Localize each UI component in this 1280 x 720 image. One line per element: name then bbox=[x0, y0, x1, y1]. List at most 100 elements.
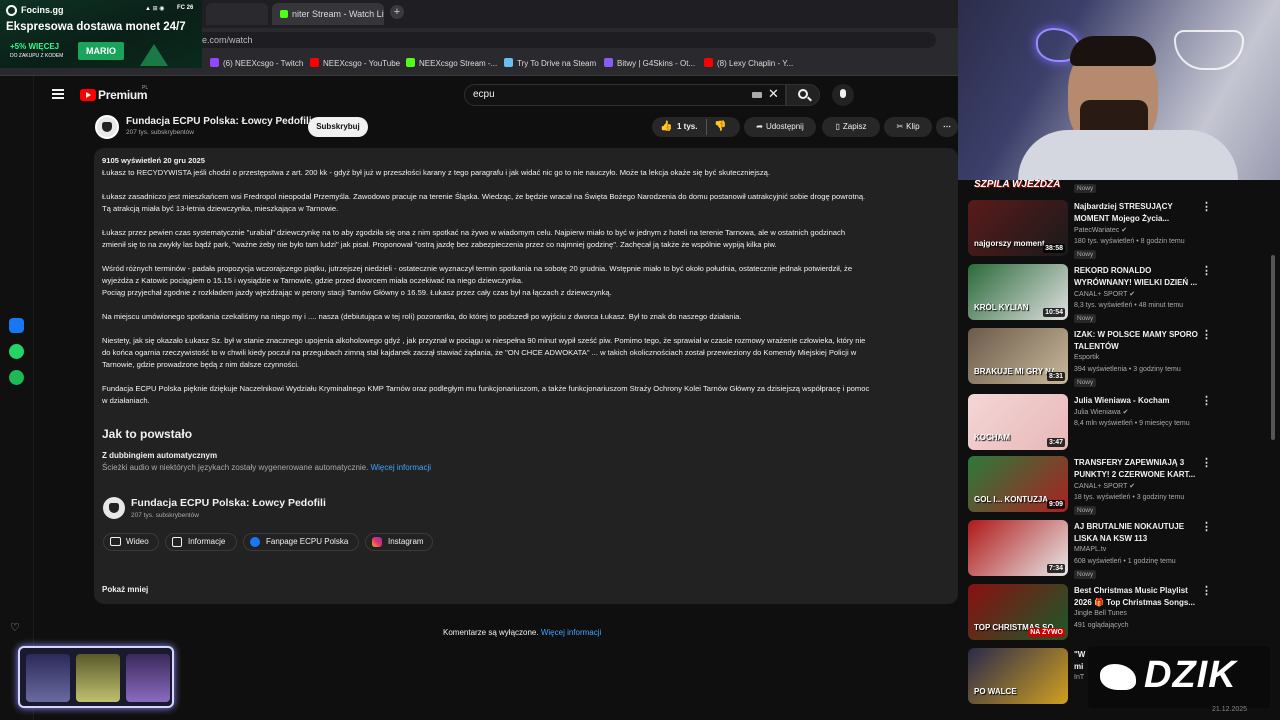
description-line: w działaniach. bbox=[102, 396, 150, 405]
game-label: FC 26 bbox=[177, 5, 194, 11]
video-title[interactable]: Best Christmas Music Playlist bbox=[1074, 585, 1199, 596]
focins-logo-icon bbox=[6, 5, 17, 16]
neon-bull-icon bbox=[1174, 30, 1244, 70]
video-channel[interactable]: Esportik bbox=[1074, 354, 1099, 361]
video-channel[interactable]: MMAPL.tv bbox=[1074, 546, 1106, 553]
video-thumbnail[interactable]: GOL I... KONTUZJA 9:09 bbox=[968, 456, 1068, 512]
video-menu-icon[interactable]: ⋮ bbox=[1201, 328, 1212, 341]
youtube-logo-icon[interactable] bbox=[80, 89, 96, 101]
game-clips-overlay bbox=[18, 646, 174, 708]
video-menu-icon[interactable]: ⋮ bbox=[1201, 264, 1212, 277]
video-thumbnail[interactable]: KRÓL KYLIAN 10:54 bbox=[968, 264, 1068, 320]
video-title[interactable]: MOMENT Mojego Życia... bbox=[1074, 213, 1199, 224]
youtube-logo-text[interactable]: Premium bbox=[98, 88, 148, 102]
bookmark-g4skins[interactable]: Bitwy | G4Skins - Ot... bbox=[604, 57, 695, 71]
channel-about-link[interactable]: Informacje bbox=[165, 533, 237, 551]
like-icon[interactable]: 👍 bbox=[660, 121, 672, 132]
video-channel[interactable]: PatecWariatec ✔ bbox=[1074, 226, 1127, 234]
video-title[interactable]: Julia Wieniawa - Kocham bbox=[1074, 395, 1199, 406]
channel-avatar-small[interactable] bbox=[103, 497, 125, 519]
video-menu-icon[interactable]: ⋮ bbox=[1201, 200, 1212, 213]
video-channel[interactable]: Jingle Bell Tunes bbox=[1074, 610, 1127, 617]
share-button[interactable]: ➦ Udostępnij bbox=[744, 117, 816, 137]
messenger-icon[interactable] bbox=[9, 318, 24, 333]
video-icon bbox=[110, 537, 121, 546]
bookmark-youtube[interactable]: NEEXcsgo - YouTube bbox=[310, 57, 400, 71]
video-thumbnail[interactable]: BRAKUJE MI GRY NA LANIE8:31 bbox=[968, 328, 1068, 384]
bookmark-steam[interactable]: Try To Drive na Steam bbox=[504, 57, 596, 71]
channel-videos-link[interactable]: Wideo bbox=[103, 533, 159, 551]
comments-more-link[interactable]: Więcej informacji bbox=[541, 628, 601, 637]
video-menu-icon[interactable]: ⋮ bbox=[1201, 456, 1212, 469]
dubbing-more-link[interactable]: Więcej informacji bbox=[371, 463, 431, 472]
search-button[interactable] bbox=[786, 84, 820, 106]
menu-hamburger-icon[interactable] bbox=[52, 89, 64, 91]
video-thumbnail[interactable]: PO WALCE bbox=[968, 648, 1068, 704]
keyboard-icon[interactable] bbox=[752, 92, 762, 98]
search-input[interactable]: ecpu bbox=[464, 84, 786, 106]
video-menu-icon[interactable]: ⋮ bbox=[1201, 584, 1212, 597]
description-line: Wśród różnych terminów - padała propozyc… bbox=[102, 264, 853, 273]
description-line: Niestety, jak się okazało Łukasz Sz. był… bbox=[102, 336, 866, 345]
bookmark-twitch[interactable]: (6) NEEXcsgo - Twitch bbox=[210, 57, 303, 71]
video-menu-icon[interactable]: ⋮ bbox=[1201, 394, 1212, 407]
subscribe-button[interactable]: Subskrybuj bbox=[308, 117, 368, 137]
video-title[interactable]: TALENTÓW bbox=[1074, 341, 1199, 352]
like-count[interactable]: 1 tys. bbox=[677, 122, 697, 131]
voice-search-button[interactable] bbox=[832, 84, 854, 106]
video-title[interactable]: WYRÓWNANY! WIELKI DZIEŃ ... bbox=[1074, 277, 1199, 288]
video-channel[interactable]: Julia Wieniawa ✔ bbox=[1074, 408, 1129, 416]
video-duration: NA ŻYWO bbox=[1028, 628, 1065, 637]
video-channel[interactable]: CANAL+ SPORT ✔ bbox=[1074, 290, 1135, 298]
video-channel[interactable]: InT bbox=[1074, 674, 1084, 681]
clip-button[interactable]: ✂ Klip bbox=[884, 117, 932, 137]
verified-icon: ✔ bbox=[1129, 483, 1136, 490]
video-channel[interactable]: CANAL+ SPORT ✔ bbox=[1074, 482, 1135, 490]
more-actions-button[interactable]: ⋯ bbox=[936, 117, 958, 137]
scrollbar-thumb[interactable] bbox=[1271, 255, 1275, 440]
video-thumbnail[interactable]: KOCHAM 3:47 bbox=[968, 394, 1068, 450]
video-thumbnail[interactable]: 7:34 bbox=[968, 520, 1068, 576]
sponsor-site: Focins.gg bbox=[21, 5, 64, 15]
video-menu-icon[interactable]: ⋮ bbox=[1201, 520, 1212, 533]
save-button[interactable]: ▯ Zapisz bbox=[822, 117, 880, 137]
channel-logo-icon bbox=[102, 122, 112, 132]
verified-icon: ✔ bbox=[1129, 291, 1136, 298]
facebook-link[interactable]: Fanpage ECPU Polska bbox=[243, 533, 359, 551]
video-title[interactable]: IZAK: W POLSCE MAMY SPORO bbox=[1074, 329, 1199, 340]
bonus-subtext: DO ZAKUPU Z KODEM bbox=[10, 53, 64, 59]
browser-sidebar: ♡ bbox=[0, 76, 34, 720]
channel-name[interactable]: Fundacja ECPU Polska: Łowcy Pedofili bbox=[126, 116, 312, 127]
bookmark-lexy[interactable]: (8) Lexy Chaplin - Y... bbox=[704, 57, 793, 71]
thumbnail-text: KRÓL KYLIAN bbox=[974, 303, 1029, 312]
address-bar[interactable]: e.com/watch bbox=[196, 32, 936, 48]
channel-name-description[interactable]: Fundacja ECPU Polska: Łowcy Pedofili bbox=[131, 497, 326, 509]
video-thumbnail[interactable]: TOP CHRISTMAS SONGS 2026NA ŻYWO bbox=[968, 584, 1068, 640]
dislike-icon[interactable]: 👎 bbox=[714, 121, 726, 132]
video-title[interactable]: Najbardziej STRESUJĄCY bbox=[1074, 201, 1199, 212]
spotify-icon[interactable] bbox=[9, 370, 24, 385]
new-tab-icon[interactable]: + bbox=[390, 5, 404, 19]
instagram-link[interactable]: Instagram bbox=[365, 533, 433, 551]
clear-search-icon[interactable]: ✕ bbox=[768, 86, 779, 102]
bookmark-kick[interactable]: NEEXcsgo Stream -... bbox=[406, 57, 497, 71]
video-title[interactable]: 2026 🎁 Top Christmas Songs... bbox=[1074, 597, 1199, 608]
whatsapp-icon[interactable] bbox=[9, 344, 24, 359]
bonus-text: +5% WIĘCEJ bbox=[10, 42, 60, 51]
video-title[interactable]: PUNKTY! 2 CZERWONE KART... bbox=[1074, 469, 1199, 480]
channel-subs-description: 207 tys. subskrybentów bbox=[131, 512, 199, 519]
video-title[interactable]: LISKA NA KSW 113 bbox=[1074, 533, 1199, 544]
video-thumbnail[interactable]: najgorszy moment 38:58 bbox=[968, 200, 1068, 256]
person-icon bbox=[172, 537, 182, 547]
video-title[interactable]: TRANSFERY ZAPEWNIAJĄ 3 bbox=[1074, 457, 1199, 468]
browser-tab-inactive[interactable] bbox=[206, 3, 268, 25]
show-less-button[interactable]: Pokaż mniej bbox=[102, 585, 148, 594]
verified-icon: ✔ bbox=[1122, 409, 1129, 416]
channel-avatar[interactable] bbox=[95, 115, 119, 139]
youtube-icon bbox=[310, 58, 319, 67]
video-title[interactable]: REKORD RONALDO bbox=[1074, 265, 1199, 276]
video-title[interactable]: AJ BRUTALNIE NOKAUTUJE bbox=[1074, 521, 1199, 532]
streamer-hair bbox=[1070, 36, 1156, 66]
browser-tab-active[interactable]: niter Stream - Watch Live bbox=[272, 3, 384, 25]
heart-icon[interactable]: ♡ bbox=[10, 621, 20, 634]
